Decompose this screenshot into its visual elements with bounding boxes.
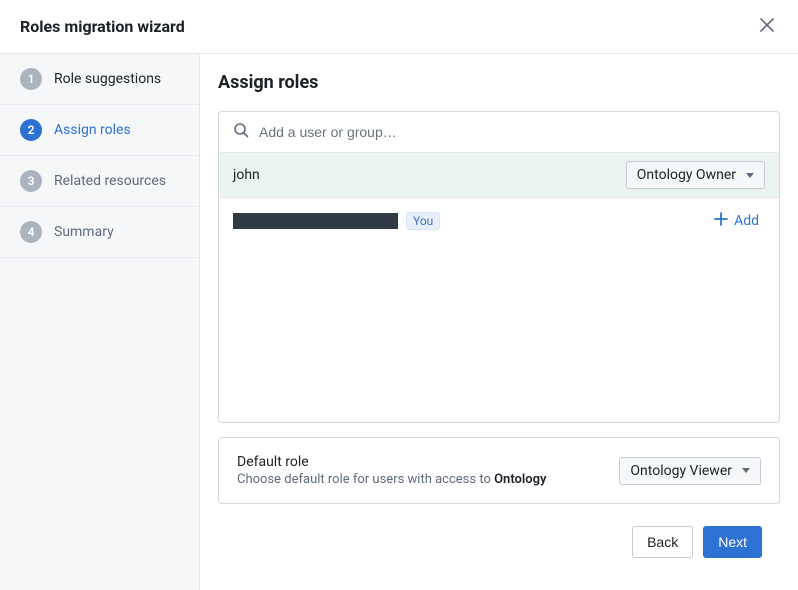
step-label: Assign roles xyxy=(54,122,131,138)
dialog-header: Roles migration wizard xyxy=(0,0,798,54)
me-left: You xyxy=(233,212,440,230)
default-role-desc-strong: Ontology xyxy=(494,472,546,487)
search-input[interactable] xyxy=(259,124,765,140)
next-button[interactable]: Next xyxy=(703,526,762,558)
page-title: Assign roles xyxy=(218,72,780,93)
step-label: Role suggestions xyxy=(54,71,161,87)
default-role-desc: Choose default role for users with acces… xyxy=(237,472,546,487)
wizard-sidebar: 1 Role suggestions 2 Assign roles 3 Rela… xyxy=(0,54,200,590)
dialog-body: 1 Role suggestions 2 Assign roles 3 Rela… xyxy=(0,54,798,590)
step-role-suggestions[interactable]: 1 Role suggestions xyxy=(0,54,199,105)
chevron-down-icon xyxy=(742,468,750,473)
step-related-resources[interactable]: 3 Related resources xyxy=(0,156,199,207)
roles-migration-dialog: Roles migration wizard 1 Role suggestion… xyxy=(0,0,798,590)
default-role-title: Default role xyxy=(237,454,546,470)
default-role-panel: Default role Choose default role for use… xyxy=(218,437,780,504)
user-row-selected: john Ontology Owner xyxy=(219,153,779,198)
plus-icon xyxy=(714,212,728,230)
back-button[interactable]: Back xyxy=(632,526,693,558)
step-number: 1 xyxy=(20,68,42,90)
step-number: 4 xyxy=(20,221,42,243)
add-button[interactable]: Add xyxy=(708,208,765,234)
close-icon[interactable] xyxy=(756,14,778,39)
step-number: 2 xyxy=(20,119,42,141)
redacted-username xyxy=(233,213,398,229)
step-assign-roles[interactable]: 2 Assign roles xyxy=(0,105,199,156)
step-label: Summary xyxy=(54,224,114,240)
search-icon xyxy=(233,122,249,142)
user-name: john xyxy=(233,167,260,183)
dialog-footer: Back Next xyxy=(218,518,780,572)
add-label: Add xyxy=(734,213,759,229)
search-row xyxy=(219,112,779,153)
you-badge: You xyxy=(406,212,440,230)
chevron-down-icon xyxy=(746,173,754,178)
step-summary[interactable]: 4 Summary xyxy=(0,207,199,258)
main-content: Assign roles john Ontology Owner xyxy=(200,54,798,590)
default-role-select[interactable]: Ontology Viewer xyxy=(619,457,761,485)
users-panel: john Ontology Owner You xyxy=(218,111,780,423)
default-role-text: Default role Choose default role for use… xyxy=(237,454,546,487)
default-role-desc-prefix: Choose default role for users with acces… xyxy=(237,472,494,487)
panel-spacer xyxy=(219,244,779,422)
default-role-select-label: Ontology Viewer xyxy=(630,463,732,479)
step-number: 3 xyxy=(20,170,42,192)
user-row-me: You Add xyxy=(219,198,779,244)
dialog-title: Roles migration wizard xyxy=(20,17,185,36)
step-label: Related resources xyxy=(54,173,166,189)
role-select-label: Ontology Owner xyxy=(637,167,736,183)
role-select[interactable]: Ontology Owner xyxy=(626,161,765,189)
